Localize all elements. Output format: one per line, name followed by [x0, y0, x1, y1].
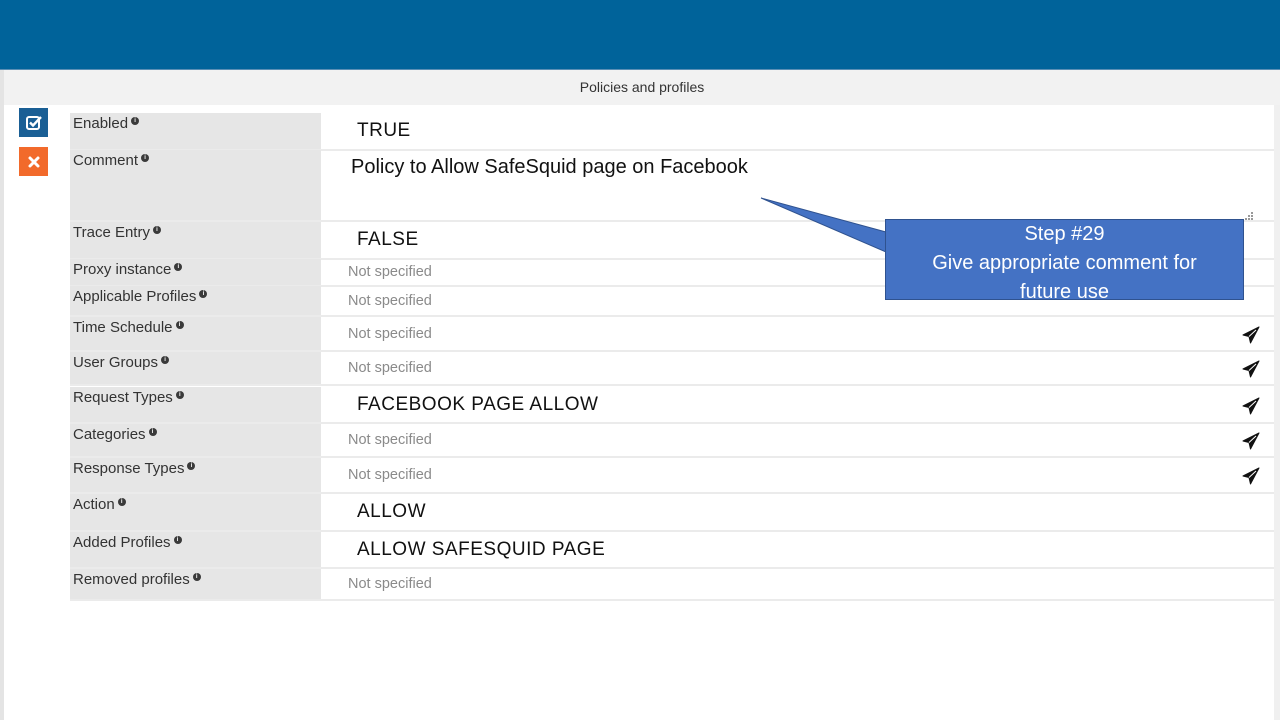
field-label: Removed profiles i [70, 569, 321, 599]
field-label-text: Applicable Profiles [73, 288, 197, 305]
field-value[interactable]: ALLOW SAFESQUID PAGE [321, 532, 1274, 567]
placeholder-text: Not specified [348, 292, 432, 309]
field-label-text: Response Types [73, 460, 185, 477]
field-value[interactable]: Not specified [321, 458, 1274, 492]
comment-textarea[interactable]: Policy to Allow SafeSquid page on Facebo… [351, 156, 748, 179]
field-value[interactable]: Not specified [321, 424, 1274, 456]
send-icon[interactable] [1242, 432, 1260, 450]
step-callout: Step #29 Give appropriate comment for fu… [885, 219, 1244, 303]
field-value-text: ALLOW [357, 501, 427, 522]
form-row: Action i ALLOW [70, 494, 1274, 532]
form-row: Removed profiles i Not specified [70, 569, 1274, 601]
field-value-text: ALLOW SAFESQUID PAGE [357, 539, 606, 560]
form-row: Enabled i TRUE [70, 113, 1274, 151]
callout-line: future use [1020, 281, 1109, 303]
placeholder-text: Not specified [348, 325, 432, 342]
send-icon[interactable] [1242, 326, 1260, 344]
field-value[interactable]: TRUE [321, 113, 1274, 149]
field-label: Added Profiles i [70, 532, 321, 567]
info-icon[interactable]: i [174, 263, 183, 271]
field-label: Enabled i [70, 113, 321, 149]
info-icon[interactable]: i [173, 536, 182, 544]
placeholder-text: Not specified [348, 360, 432, 376]
top-app-bar [0, 0, 1280, 70]
field-label-text: Request Types [73, 389, 173, 406]
info-icon[interactable]: i [187, 462, 196, 470]
placeholder-text: Not specified [348, 264, 432, 280]
field-label-text: Categories [73, 426, 146, 443]
callout-step: Step #29 [1024, 223, 1105, 245]
resize-grip-icon[interactable] [1244, 206, 1254, 220]
form-row: Categories i Not specified [70, 424, 1274, 458]
field-value[interactable]: FACEBOOK PAGE ALLOW [321, 387, 1274, 422]
scrollbar-track[interactable] [1274, 105, 1280, 720]
field-label: Action i [70, 494, 321, 530]
save-button[interactable] [19, 108, 48, 137]
info-icon[interactable]: i [141, 154, 150, 162]
form-row: User Groups i Not specified [70, 352, 1274, 386]
field-label: User Groups i [70, 352, 321, 384]
info-icon[interactable]: i [117, 498, 126, 506]
section-title: Policies and profiles [4, 70, 1280, 105]
field-label-text: Added Profiles [73, 534, 171, 551]
form-row: Response Types i Not specified [70, 458, 1274, 494]
send-icon[interactable] [1242, 467, 1260, 485]
field-label-text: Enabled [73, 115, 129, 132]
field-value[interactable]: Policy to Allow SafeSquid page on Facebo… [321, 150, 1274, 220]
close-icon [28, 156, 39, 167]
send-icon[interactable] [1242, 397, 1260, 415]
field-value[interactable]: Not specified [321, 352, 1274, 384]
info-icon[interactable]: i [192, 573, 201, 581]
info-icon[interactable]: i [148, 428, 157, 436]
field-value-text: FALSE [357, 229, 419, 250]
placeholder-text: Not specified [348, 432, 432, 448]
field-label-text: User Groups [73, 354, 159, 371]
send-icon[interactable] [1242, 360, 1260, 378]
checkbox-icon [25, 115, 42, 130]
field-label: Trace Entry i [70, 222, 321, 258]
field-label: Proxy instance i [70, 259, 321, 285]
info-icon[interactable]: i [131, 117, 140, 125]
info-icon[interactable]: i [175, 321, 184, 329]
field-label-text: Time Schedule [73, 319, 173, 336]
placeholder-text: Not specified [348, 576, 432, 592]
field-label: Categories i [70, 424, 321, 456]
field-label: Time Schedule i [70, 317, 321, 350]
field-value[interactable]: Not specified [321, 569, 1274, 599]
field-value-text: TRUE [357, 120, 411, 141]
info-icon[interactable]: i [199, 290, 208, 298]
field-label-text: Trace Entry [73, 224, 150, 241]
field-label: Comment i [70, 150, 321, 220]
field-label: Applicable Profiles i [70, 286, 321, 315]
field-value[interactable]: ALLOW [321, 494, 1274, 530]
form-row: Comment i Policy to Allow SafeSquid page o… [70, 150, 1274, 222]
field-label: Request Types i [70, 387, 321, 422]
callout-line: Give appropriate comment for [932, 252, 1197, 274]
cancel-button[interactable] [19, 147, 48, 176]
field-value[interactable]: Not specified [321, 317, 1274, 350]
field-label-text: Comment [73, 152, 139, 169]
form-row: Time Schedule i Not specified [70, 317, 1274, 352]
field-label-text: Removed profiles [73, 571, 190, 588]
form-row: Request Types i FACEBOOK PAGE ALLOW [70, 387, 1274, 424]
info-icon[interactable]: i [175, 391, 184, 399]
field-label-text: Proxy instance [73, 261, 172, 278]
left-rail [0, 70, 4, 720]
field-label: Response Types i [70, 458, 321, 492]
placeholder-text: Not specified [348, 467, 432, 483]
info-icon[interactable]: i [152, 226, 161, 234]
info-icon[interactable]: i [161, 356, 170, 364]
form-row: Added Profiles i ALLOW SAFESQUID PAGE [70, 532, 1274, 569]
field-value-text: FACEBOOK PAGE ALLOW [357, 394, 599, 415]
field-label-text: Action [73, 496, 115, 513]
